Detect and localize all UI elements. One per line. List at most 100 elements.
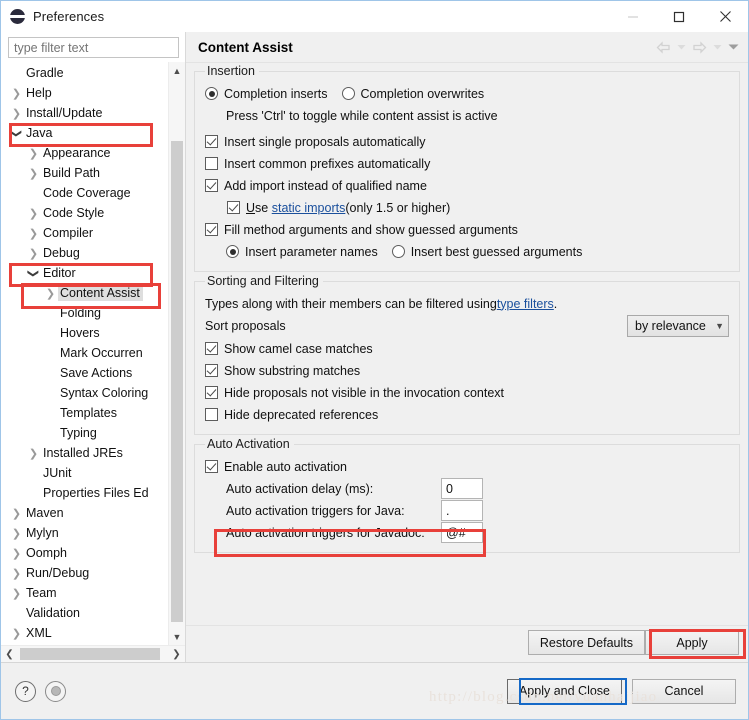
back-arrow-icon[interactable] — [653, 40, 674, 54]
hscroll-thumb[interactable] — [20, 648, 160, 660]
sidebar-item-maven[interactable]: ❯ Maven — [1, 503, 168, 523]
sort-proposals-select[interactable]: by relevance ▼ — [627, 315, 729, 337]
chevron-down-icon[interactable]: ❯ — [27, 266, 40, 281]
show-camel-case-row[interactable]: Show camel case matches — [205, 338, 729, 359]
preferences-tree[interactable]: Gradle ❯ Help ❯ Install/Update ❯ Java ❯ Appearan… — [1, 62, 168, 645]
sidebar-item-debug[interactable]: ❯ Debug — [1, 243, 168, 263]
sidebar-item-properties-files-ed[interactable]: Properties Files Ed — [1, 483, 168, 503]
chevron-right-icon[interactable]: ❯ — [9, 107, 24, 120]
back-dropdown-chevron-down-icon[interactable] — [674, 44, 689, 51]
sidebar-item-run-debug[interactable]: ❯ Run/Debug — [1, 563, 168, 583]
sidebar-item-team[interactable]: ❯ Team — [1, 583, 168, 603]
chevron-right-icon[interactable]: ❯ — [43, 287, 58, 300]
enable-auto-activation-row[interactable]: Enable auto activation — [205, 456, 729, 477]
enable-auto-activation-label[interactable]: Enable auto activation — [224, 460, 347, 474]
sidebar-item-folding[interactable]: Folding — [1, 303, 168, 323]
forward-arrow-icon[interactable] — [689, 40, 710, 54]
sidebar-item-xml[interactable]: ❯ XML — [1, 623, 168, 643]
insert-parameter-names-label[interactable]: Insert parameter names — [245, 245, 378, 259]
sidebar-item-build-path[interactable]: ❯ Build Path — [1, 163, 168, 183]
chevron-right-icon[interactable]: ❯ — [9, 507, 24, 520]
insert-common-prefixes-label[interactable]: Insert common prefixes automatically — [224, 157, 430, 171]
sidebar-item-typing[interactable]: Typing — [1, 423, 168, 443]
hscroll-track[interactable] — [18, 646, 168, 662]
type-filters-link[interactable]: type filters — [497, 297, 554, 311]
chevron-right-icon[interactable]: ❯ — [26, 167, 41, 180]
sidebar-item-install-update[interactable]: ❯ Install/Update — [1, 103, 168, 123]
add-import-label[interactable]: Add import instead of qualified name — [224, 179, 427, 193]
insert-single-proposals-label[interactable]: Insert single proposals automatically — [224, 135, 426, 149]
java-triggers-input[interactable]: . — [441, 500, 483, 521]
fill-method-arguments-label[interactable]: Fill method arguments and show guessed a… — [224, 223, 518, 237]
hide-deprecated-label[interactable]: Hide deprecated references — [224, 408, 378, 422]
insert-common-prefixes-row[interactable]: Insert common prefixes automatically — [205, 153, 729, 174]
tree-vertical-scrollbar[interactable]: ▲ ▼ — [168, 62, 185, 645]
minimize-icon[interactable] — [610, 1, 656, 32]
maximize-icon[interactable] — [656, 1, 702, 32]
show-camel-case-checkbox[interactable] — [205, 342, 218, 355]
apply-button[interactable]: Apply — [645, 630, 739, 655]
disk-icon[interactable] — [45, 680, 66, 702]
hide-not-visible-label[interactable]: Hide proposals not visible in the invoca… — [224, 386, 504, 400]
sidebar-item-appearance[interactable]: ❯ Appearance — [1, 143, 168, 163]
fill-method-arguments-checkbox[interactable] — [205, 223, 218, 236]
chevron-right-icon[interactable]: ❯ — [9, 567, 24, 580]
sidebar-item-installed-jres[interactable]: ❯ Installed JREs — [1, 443, 168, 463]
sidebar-item-code-coverage[interactable]: Code Coverage — [1, 183, 168, 203]
sidebar-item-editor[interactable]: ❯ Editor — [1, 263, 168, 283]
chevron-right-icon[interactable]: ❯ — [26, 207, 41, 220]
insert-best-guessed-radio[interactable] — [391, 245, 405, 258]
sidebar-item-help[interactable]: ❯ Help — [1, 83, 168, 103]
vscroll-thumb[interactable] — [171, 141, 183, 622]
add-import-checkbox[interactable] — [205, 179, 218, 192]
sidebar-item-syntax-coloring[interactable]: Syntax Coloring — [1, 383, 168, 403]
scroll-up-icon[interactable]: ▲ — [169, 62, 185, 79]
add-import-row[interactable]: Add import instead of qualified name — [205, 175, 729, 196]
completion-inserts-label[interactable]: Completion inserts — [224, 87, 328, 101]
sidebar-item-oomph[interactable]: ❯ Oomph — [1, 543, 168, 563]
sidebar-item-java[interactable]: ❯ Java — [1, 123, 168, 143]
chevron-right-icon[interactable]: ❯ — [26, 447, 41, 460]
activation-delay-input[interactable]: 0 — [441, 478, 483, 499]
show-substring-label[interactable]: Show substring matches — [224, 364, 360, 378]
chevron-right-icon[interactable]: ❯ — [9, 587, 24, 600]
restore-defaults-button[interactable]: Restore Defaults — [527, 630, 645, 655]
sidebar-item-gradle[interactable]: Gradle — [1, 63, 168, 83]
completion-overwrites-label[interactable]: Completion overwrites — [361, 87, 485, 101]
hide-not-visible-checkbox[interactable] — [205, 386, 218, 399]
forward-dropdown-chevron-down-icon[interactable] — [710, 44, 725, 51]
sidebar-item-validation[interactable]: Validation — [1, 603, 168, 623]
hide-deprecated-checkbox[interactable] — [205, 408, 218, 421]
chevron-right-icon[interactable]: ❯ — [9, 547, 24, 560]
insert-common-prefixes-checkbox[interactable] — [205, 157, 218, 170]
fill-method-arguments-row[interactable]: Fill method arguments and show guessed a… — [205, 219, 729, 240]
scroll-down-icon[interactable]: ▼ — [169, 628, 185, 645]
use-static-imports-checkbox[interactable] — [227, 201, 240, 214]
chevron-right-icon[interactable]: ❯ — [26, 247, 41, 260]
chevron-right-icon[interactable]: ❯ — [26, 227, 41, 240]
close-icon[interactable] — [702, 1, 748, 32]
insert-single-proposals-checkbox[interactable] — [205, 135, 218, 148]
sidebar-item-code-style[interactable]: ❯ Code Style — [1, 203, 168, 223]
chevron-right-icon[interactable]: ❯ — [26, 147, 41, 160]
javadoc-triggers-input[interactable]: @# — [441, 522, 483, 543]
cancel-button[interactable]: Cancel — [632, 678, 736, 704]
insert-single-proposals-row[interactable]: Insert single proposals automatically — [205, 131, 729, 152]
sidebar-item-mark-occurren[interactable]: Mark Occurren — [1, 343, 168, 363]
chevron-right-icon[interactable]: ❯ — [9, 627, 24, 640]
chevron-down-icon[interactable]: ❯ — [10, 126, 23, 141]
sidebar-item-compiler[interactable]: ❯ Compiler — [1, 223, 168, 243]
question-mark-icon[interactable]: ? — [15, 680, 36, 702]
view-menu-chevron-down-icon[interactable] — [725, 43, 742, 51]
vscroll-track[interactable] — [169, 79, 185, 628]
completion-overwrites-radio[interactable] — [341, 87, 355, 100]
tree-horizontal-scrollbar[interactable]: ❮ ❯ — [1, 645, 185, 662]
insert-parameter-names-radio[interactable] — [226, 245, 239, 258]
enable-auto-activation-checkbox[interactable] — [205, 460, 218, 473]
sidebar-item-save-actions[interactable]: Save Actions — [1, 363, 168, 383]
apply-and-close-button[interactable]: Apply and Close — [506, 678, 622, 704]
insert-best-guessed-label[interactable]: Insert best guessed arguments — [411, 245, 583, 259]
completion-inserts-radio[interactable] — [205, 87, 218, 100]
sidebar-item-templates[interactable]: Templates — [1, 403, 168, 423]
hide-deprecated-row[interactable]: Hide deprecated references — [205, 404, 729, 425]
